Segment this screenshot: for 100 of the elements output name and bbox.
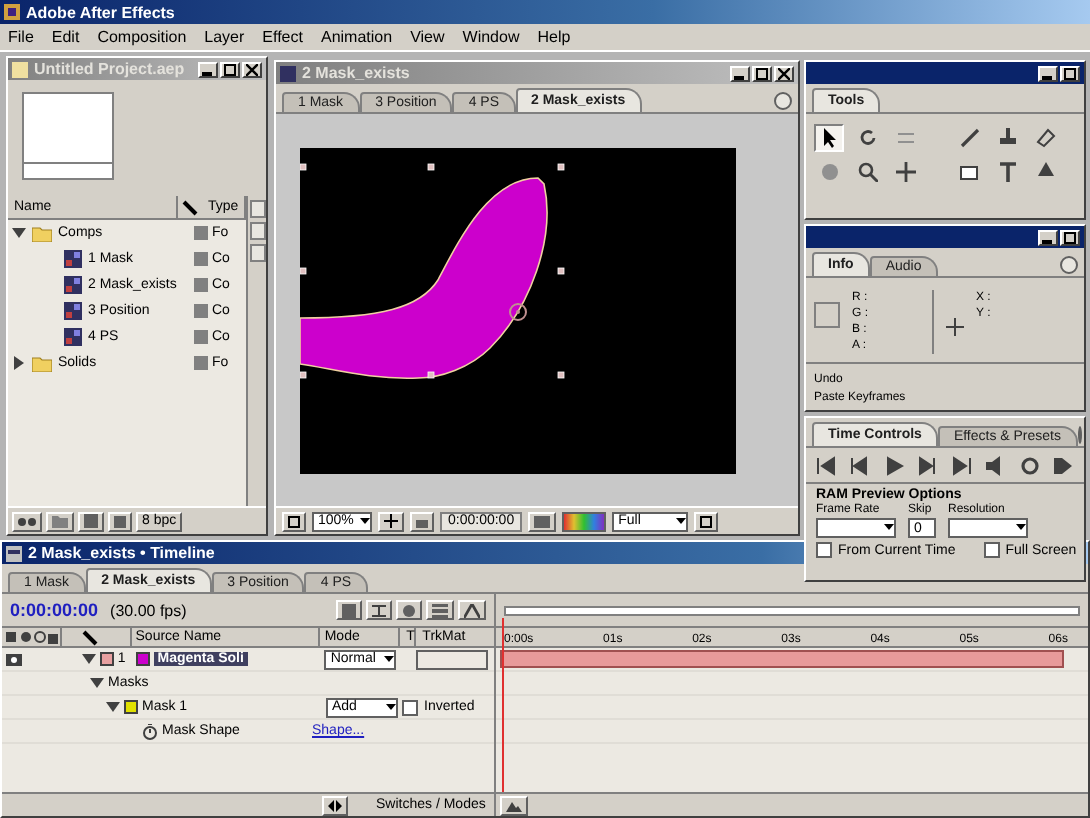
minimize-button[interactable] <box>730 65 750 81</box>
safe-zones-button[interactable] <box>282 511 306 531</box>
dropdown-arrow-icon <box>1016 524 1026 532</box>
disclosure-triangle-icon[interactable] <box>12 226 26 240</box>
maximize-button[interactable] <box>220 61 240 77</box>
pan-behind-tool[interactable] <box>890 158 920 186</box>
checkbox[interactable] <box>816 542 832 558</box>
app-title: Adobe After Effects <box>26 3 175 21</box>
maximize-button[interactable] <box>752 65 772 81</box>
stopwatch-icon[interactable] <box>142 723 158 739</box>
binoculars-icon <box>18 515 36 527</box>
panel-menu-button[interactable] <box>774 92 792 110</box>
menu-item[interactable]: Effect <box>262 28 303 46</box>
dropdown-arrow-icon <box>386 703 396 711</box>
crosshair-icon <box>946 318 965 336</box>
close-button[interactable] <box>774 65 794 81</box>
snapshot-button[interactable] <box>410 511 434 531</box>
ram-preview-icon <box>1054 456 1074 476</box>
close-button[interactable] <box>242 61 262 77</box>
menu-item[interactable]: Composition <box>97 28 187 46</box>
first-frame-icon <box>816 456 836 476</box>
draft-3d-button[interactable] <box>396 600 422 620</box>
layer-duration-bar[interactable] <box>500 650 1064 668</box>
frame-blending-button[interactable] <box>426 600 454 620</box>
time-navigator[interactable] <box>504 605 1080 615</box>
selection-tool[interactable] <box>814 124 844 152</box>
color-swatch <box>814 302 840 328</box>
last-frame-button[interactable] <box>950 454 974 478</box>
motion-blur-button[interactable] <box>458 600 486 620</box>
square-icon <box>700 515 713 527</box>
find-button[interactable] <box>12 511 42 531</box>
label-color-icon[interactable] <box>99 652 114 666</box>
menu-item[interactable]: Layer <box>204 28 245 46</box>
dropdown-arrow-icon <box>676 517 687 525</box>
camera-button[interactable] <box>528 511 557 531</box>
channel-icon[interactable] <box>562 511 607 531</box>
zoom-out-button[interactable] <box>500 795 528 815</box>
checkbox[interactable] <box>402 699 418 715</box>
film-icon <box>432 603 448 617</box>
eye-icon[interactable] <box>6 653 22 665</box>
menu-item[interactable]: Help <box>537 28 571 46</box>
maximize-button[interactable] <box>1060 229 1080 245</box>
minimize-button[interactable] <box>198 61 218 77</box>
next-frame-icon <box>918 456 938 476</box>
speaker-icon <box>986 456 1006 476</box>
dropdown-field[interactable] <box>816 518 896 538</box>
loop-icon <box>1020 456 1040 476</box>
grid-button[interactable] <box>378 511 404 531</box>
delete-button[interactable] <box>108 511 132 531</box>
new-comp-button[interactable] <box>78 511 104 531</box>
flowchart-button[interactable] <box>366 600 392 620</box>
grid-icon <box>384 514 398 528</box>
av-features-icon <box>6 630 58 644</box>
minimize-button[interactable] <box>1038 65 1058 81</box>
menu-item[interactable]: View <box>410 28 445 46</box>
menu-item[interactable]: Edit <box>51 28 80 46</box>
scrollbar[interactable] <box>246 196 266 506</box>
next-frame-button[interactable] <box>916 454 940 478</box>
arrows-icon <box>328 799 342 811</box>
disclosure-triangle-icon[interactable] <box>106 700 120 714</box>
play-icon <box>884 456 904 476</box>
ram-preview-button[interactable] <box>1052 454 1076 478</box>
previous-frame-button[interactable] <box>848 454 872 478</box>
frame-rate: (30.00 fps) <box>110 601 187 619</box>
mask-color-swatch[interactable] <box>124 700 138 714</box>
pen-icon <box>1035 162 1055 182</box>
loop-button[interactable] <box>1018 454 1042 478</box>
composition-icon <box>280 65 296 81</box>
disclosure-triangle-icon[interactable] <box>90 676 104 690</box>
previous-frame-icon <box>850 456 870 476</box>
track-matte-dropdown[interactable] <box>416 649 489 669</box>
crosshair-icon <box>895 162 915 182</box>
menu-item[interactable]: File <box>8 28 34 46</box>
maximize-button[interactable] <box>1060 65 1080 81</box>
maximize-icon <box>756 67 768 79</box>
first-frame-button[interactable] <box>814 454 838 478</box>
play-button[interactable] <box>882 454 906 478</box>
region-button[interactable] <box>694 511 719 531</box>
type-tool-icon <box>997 162 1017 182</box>
checkbox[interactable] <box>983 542 1000 558</box>
panel-menu-button[interactable] <box>1060 256 1078 274</box>
composition-canvas[interactable] <box>299 147 735 473</box>
maximize-icon <box>224 63 236 75</box>
composition-icon <box>84 514 98 528</box>
menu-item[interactable]: Window <box>462 28 520 46</box>
mountain-icon <box>506 799 522 811</box>
project-icon <box>12 61 28 77</box>
square-icon <box>288 515 300 527</box>
disclosure-triangle-icon[interactable] <box>81 652 96 666</box>
expand-pane-button[interactable] <box>322 795 348 815</box>
disclosure-triangle-icon[interactable] <box>12 356 26 370</box>
menu-item[interactable]: Animation <box>320 28 393 46</box>
minimize-button[interactable] <box>1038 229 1058 245</box>
magnifier-icon <box>857 162 877 182</box>
current-time-display[interactable]: 0:00:00:00 <box>10 600 99 620</box>
comp-button[interactable] <box>336 600 362 620</box>
anchor-point-icon[interactable] <box>508 302 526 320</box>
close-icon <box>778 67 790 79</box>
dropdown-field[interactable] <box>948 518 1028 538</box>
new-folder-button[interactable] <box>46 511 74 531</box>
